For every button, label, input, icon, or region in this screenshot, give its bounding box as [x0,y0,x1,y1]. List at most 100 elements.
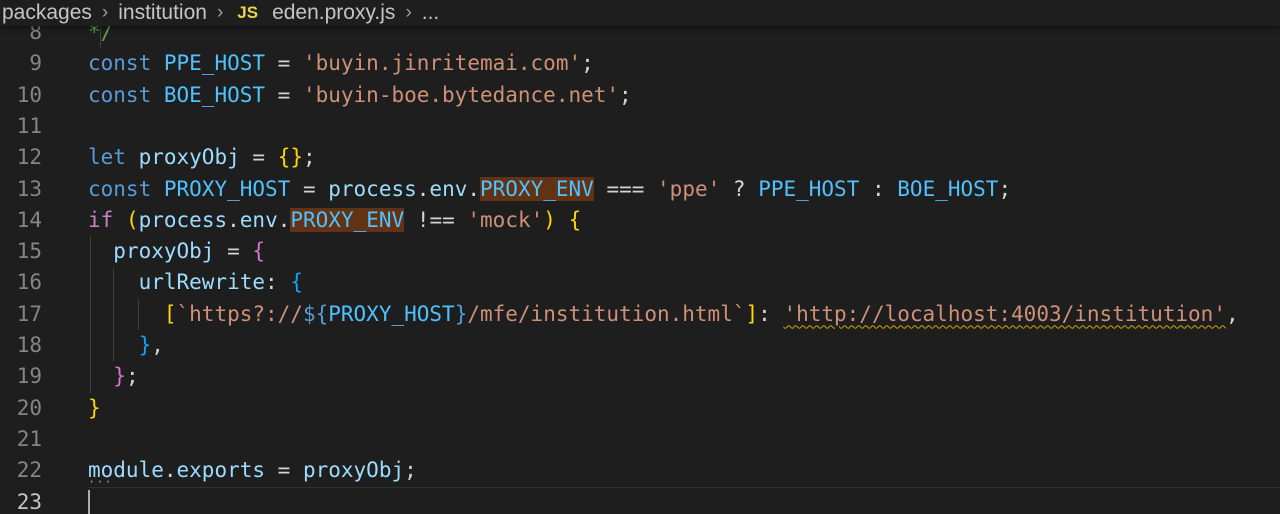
code-text: const PPE_HOST = 'buyin.jinritemai.com'; [88,48,594,79]
code-text: }; [88,361,139,392]
line-number: 21 [16,426,42,451]
code-text: let proxyObj = {}; [88,142,316,173]
code-token: PROXY_ENV [480,176,594,201]
code-token: const [88,51,152,76]
breadcrumb-institution[interactable]: institution [116,1,209,25]
chevron-right-icon: › [405,2,412,23]
code-line[interactable]: 16 urlRewrite: { [0,267,1280,298]
code-line[interactable]: 15 proxyObj = { [0,236,1280,267]
code-token: . [163,458,177,483]
code-line[interactable]: 17 [`https?://${PROXY_HOST}/mfe/institut… [0,299,1280,330]
code-token: process [328,176,417,201]
code-token: = [290,176,329,201]
code-token: : [265,270,291,295]
code-text: module.exports = proxyObj; [88,455,417,486]
code-token: process [138,207,228,232]
code-token: ; [302,145,316,170]
code-token: = [265,458,303,483]
code-line[interactable]: 18 }, [0,330,1280,361]
code-token: const [88,176,152,201]
code-token: urlRewrite [138,270,266,295]
code-line[interactable]: 12 let proxyObj = {}; [0,142,1280,173]
line-number: 23 [16,489,42,514]
code-token: . [277,207,291,232]
code-token: { [252,239,266,264]
code-token: ${ [302,301,329,326]
line-number: 15 [16,239,42,264]
code-token: ; [581,51,594,76]
indent-guide [90,236,91,393]
code-token: = [265,51,303,76]
code-token: } [454,301,468,326]
code-line[interactable]: 21 [0,424,1280,455]
indent-guide [138,298,140,330]
code-token: [ [163,301,177,326]
code-token: 'buyin.jinritemai.com' [302,51,582,76]
line-number: 22 [16,458,42,483]
code-token: !== [404,207,468,232]
code-token: ; [998,176,1012,201]
code-token: : [758,301,784,326]
code-token: env [429,176,468,201]
code-line[interactable]: 13 const PROXY_HOST = process.env.PROXY_E… [0,174,1280,205]
code-text: [`https?://${PROXY_HOST}/mfe/institution… [88,299,1239,330]
code-token: `https?:// [176,301,303,326]
code-token: if [88,207,114,232]
code-line[interactable]: 9 const PPE_HOST = 'buyin.jinritemai.com'… [0,48,1280,79]
code-token: 'ppe' [657,176,721,201]
code-token: 'http://localhost:4003/institution' [783,301,1226,326]
code-token: {} [277,145,303,170]
breadcrumb-packages[interactable]: packages [0,1,94,25]
code-token: === [593,176,658,201]
chevron-right-icon: › [216,2,224,23]
code-token: 'buyin-boe.bytedance.net' [302,82,620,107]
code-line[interactable]: 11 [0,111,1280,142]
line-number: 20 [16,395,42,420]
code-token: { [568,207,582,232]
code-token: 'mock' [467,207,544,232]
code-token: ? [720,176,759,201]
breadcrumb-file[interactable]: eden.proxy.js [270,1,397,25]
code-line[interactable]: 14 if (process.env.PROXY_ENV !== 'mock') … [0,205,1280,236]
code-token: , [1225,301,1239,326]
code-token: = [239,145,278,170]
code-token: , [151,333,164,357]
code-token: = [214,239,253,264]
line-number: 16 [16,270,42,295]
code-token: BOE_HOST [897,176,999,201]
line-number: 10 [16,82,42,107]
code-token: let [88,145,126,170]
code-token: proxyObj [113,239,215,264]
code-token: PPE_HOST [758,176,860,201]
code-editor[interactable]: 8*/9const PPE_HOST = 'buyin.jinritemai.c… [0,0,1280,514]
chevron-right-icon: › [101,2,109,23]
code-line[interactable]: 20} [0,393,1280,424]
line-number: 12 [16,145,42,170]
line-number: 11 [16,113,42,138]
code-token: } [113,364,126,389]
code-token: = [265,82,303,107]
code-token: } [138,333,152,357]
code-token: . [416,176,430,201]
code-token: /mfe/institution.html` [467,301,746,326]
code-token: BOE_HOST [163,82,266,107]
code-token: ; [125,364,139,389]
code-token: ; [404,458,417,483]
code-text: if (process.env.PROXY_ENV !== 'mock') { [88,205,581,236]
code-token: ] [745,301,759,326]
code-token: : [859,176,898,201]
code-token: PROXY_HOST [163,176,291,201]
code-line[interactable]: 10 const BOE_HOST = 'buyin-boe.bytedance.… [0,80,1280,111]
code-line[interactable]: 22 module.exports = proxyObj; ··· [0,455,1280,488]
code-text: }, [88,330,164,361]
code-line[interactable]: 19 }; [0,361,1280,392]
code-line[interactable]: 23 [0,486,1280,514]
code-token: const [88,82,152,107]
breadcrumb-symbol[interactable]: ... [420,1,442,25]
line-number: 9 [29,51,42,76]
